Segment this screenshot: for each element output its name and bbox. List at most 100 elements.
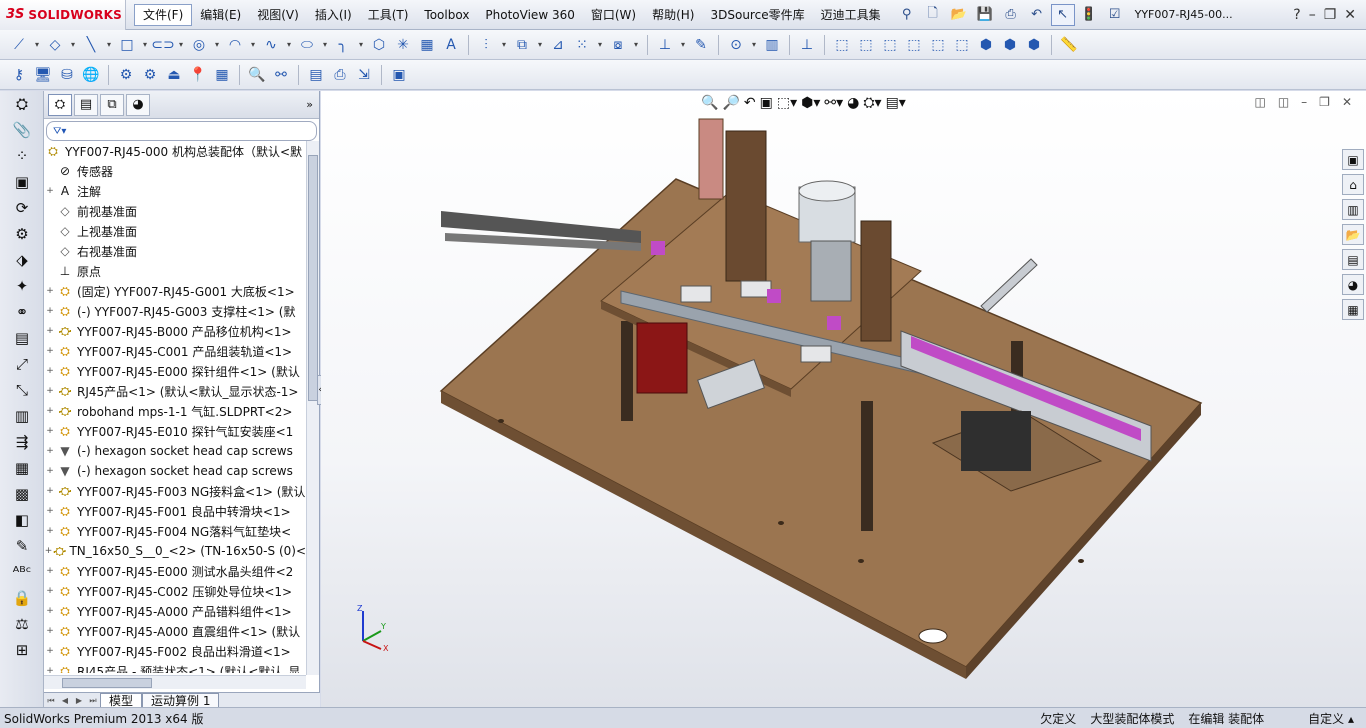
- minimize-icon[interactable]: –: [1309, 7, 1316, 23]
- large-assembly-icon[interactable]: ◧: [0, 507, 44, 533]
- close-icon[interactable]: ✕: [1344, 7, 1356, 23]
- hide-show-icon[interactable]: ⚙: [0, 221, 44, 247]
- offset-icon[interactable]: ⧉: [511, 34, 533, 56]
- gear-icon[interactable]: ⚙: [139, 64, 161, 86]
- explode-line-icon[interactable]: ⤡: [0, 377, 44, 403]
- chevron-down-icon[interactable]: ▾: [320, 34, 330, 56]
- insert-component-icon[interactable]: ⛭: [0, 91, 44, 117]
- instant3d-icon[interactable]: ▩: [0, 481, 44, 507]
- cube-view-icon[interactable]: ⬚: [855, 34, 877, 56]
- appearances-icon[interactable]: ◕: [1342, 274, 1364, 295]
- tab-model[interactable]: 模型: [100, 693, 143, 708]
- chevron-down-icon[interactable]: ▾: [68, 34, 78, 56]
- expand-icon[interactable]: +: [44, 366, 56, 376]
- settings-icon[interactable]: ⚙: [115, 64, 137, 86]
- cube-view-icon[interactable]: ⬚: [903, 34, 925, 56]
- select-pointer-icon[interactable]: ↖: [1050, 3, 1075, 26]
- custom-properties-icon[interactable]: ▦: [1342, 299, 1364, 320]
- rectangle-icon[interactable]: □: [116, 34, 138, 56]
- prev-tab-icon[interactable]: ◀: [58, 694, 72, 708]
- cube-view-icon[interactable]: ⬚: [951, 34, 973, 56]
- tree-item[interactable]: + ⛮ TN_16x50_S__0_<2> (TN-16x50-S (0)<: [44, 541, 306, 561]
- cube-view-icon[interactable]: ⬚: [879, 34, 901, 56]
- tree-item[interactable]: + ▼ (-) hexagon socket head cap screws: [44, 441, 306, 461]
- spell-check-icon[interactable]: ᴬᴮᶜ: [0, 559, 44, 585]
- tree-item[interactable]: + ⛭ YYF007-RJ45-E000 探针组件<1> (默认: [44, 361, 306, 381]
- cube-view-icon[interactable]: ⬢: [999, 34, 1021, 56]
- arc-icon[interactable]: ◠: [224, 34, 246, 56]
- chevron-down-icon[interactable]: ▾: [284, 34, 294, 56]
- expand-icon[interactable]: +: [44, 406, 56, 416]
- open-folder-icon[interactable]: 📂: [947, 4, 971, 26]
- menu-edit[interactable]: 编辑(E): [192, 0, 249, 30]
- network-icon[interactable]: ⛁: [56, 64, 78, 86]
- home-icon[interactable]: ⌂: [1342, 174, 1364, 195]
- tree-item[interactable]: + ▼ (-) hexagon socket head cap screws: [44, 461, 306, 481]
- key-icon[interactable]: ⚷: [8, 64, 30, 86]
- tree-item[interactable]: + ⛭ YYF007-RJ45-A000 直震组件<1> (默认: [44, 621, 306, 641]
- tree-filter[interactable]: ⛛▾: [46, 121, 317, 141]
- new-motion-study-icon[interactable]: ⚭: [0, 299, 44, 325]
- assembly-features-icon[interactable]: ⬗: [0, 247, 44, 273]
- expand-icon[interactable]: +: [44, 346, 56, 356]
- solidworks-logo[interactable]: 3S SOLIDWORKS: [0, 0, 126, 30]
- bill-of-materials-icon[interactable]: ▤: [0, 325, 44, 351]
- graphics-area[interactable]: 🔍 🔎 ↶ ▣ ⬚▾ ⬢▾ ⚯▾ ◕ ⛭▾ ▤▾ ◫ ◫ – ❐ ✕ ▣ ⌂ ▥…: [321, 91, 1366, 707]
- expand-icon[interactable]: +: [44, 506, 56, 516]
- mate-icon[interactable]: 📎: [0, 117, 44, 143]
- expand-icon[interactable]: +: [44, 486, 56, 496]
- design-library-icon[interactable]: ▥: [1342, 199, 1364, 220]
- next-tab-icon[interactable]: ▶: [72, 694, 86, 708]
- convert-entities-icon[interactable]: ⊿: [547, 34, 569, 56]
- expand-icon[interactable]: +: [44, 306, 56, 316]
- linear-pattern-icon[interactable]: ⁘: [0, 143, 44, 169]
- chevron-down-icon[interactable]: ▾: [176, 34, 186, 56]
- tree-item[interactable]: ◇ 右视基准面: [44, 241, 306, 261]
- options-icon[interactable]: ☑: [1103, 4, 1127, 26]
- chevron-down-icon[interactable]: ▾: [499, 34, 509, 56]
- measure-icon[interactable]: ⊞: [0, 637, 44, 663]
- expand-icon[interactable]: +: [44, 186, 56, 196]
- tree-root[interactable]: ⛭ YYF007-RJ45-000 机构总装配体（默认<默: [44, 141, 306, 161]
- assembly-model[interactable]: [321, 91, 1366, 707]
- mirror-icon[interactable]: ⫶: [475, 34, 497, 56]
- monitor-icon[interactable]: 🖥: [32, 64, 54, 86]
- feature-tree-tab-icon[interactable]: ⛭: [48, 93, 72, 116]
- smart-dimension-icon[interactable]: ⟋: [8, 34, 30, 56]
- file-explorer-icon[interactable]: 📂: [1342, 224, 1364, 245]
- tree-vertical-scrollbar[interactable]: [306, 141, 319, 675]
- expand-icon[interactable]: +: [44, 586, 56, 596]
- measure-icon[interactable]: 📏: [1058, 34, 1080, 56]
- expand-icon[interactable]: +: [44, 606, 56, 616]
- expand-icon[interactable]: +: [44, 666, 56, 673]
- smart-fastener-icon[interactable]: ▣: [0, 169, 44, 195]
- menu-file[interactable]: 文件(F): [134, 3, 193, 26]
- repair-sketch-icon[interactable]: ✎: [690, 34, 712, 56]
- pin-icon[interactable]: ⚲: [895, 4, 919, 26]
- expand-icon[interactable]: +: [44, 386, 56, 396]
- chevron-down-icon[interactable]: ▾: [104, 34, 114, 56]
- line-icon[interactable]: ╲: [80, 34, 102, 56]
- new-document-icon[interactable]: 🗋: [921, 4, 945, 26]
- point-icon[interactable]: ✳: [392, 34, 414, 56]
- tree-item[interactable]: ⊥ 原点: [44, 261, 306, 281]
- cube-view-icon[interactable]: ⬢: [1023, 34, 1045, 56]
- tree-item[interactable]: ⊘ 传感器: [44, 161, 306, 181]
- lock-icon[interactable]: 🔒: [0, 585, 44, 611]
- save-icon[interactable]: 💾: [973, 4, 997, 26]
- expand-icon[interactable]: +: [44, 466, 56, 476]
- chevron-down-icon[interactable]: ▾: [535, 34, 545, 56]
- display-manager-tab-icon[interactable]: ◕: [126, 93, 150, 116]
- menu-3dsource[interactable]: 3DSource零件库: [702, 0, 812, 30]
- tree-item[interactable]: + ⛭ RJ45产品 - 预装状态<1> (默认<默认_显: [44, 661, 306, 674]
- expand-icon[interactable]: +: [44, 626, 56, 636]
- chevron-down-icon[interactable]: ▾: [356, 34, 366, 56]
- print-icon[interactable]: ⎙: [999, 4, 1023, 26]
- undo-icon[interactable]: ↶: [1025, 4, 1049, 26]
- scale-icon[interactable]: ⚖: [0, 611, 44, 637]
- quick-snaps-icon[interactable]: ⊙: [725, 34, 747, 56]
- linear-pattern-icon[interactable]: ⁙: [571, 34, 593, 56]
- menu-view[interactable]: 视图(V): [249, 0, 307, 30]
- tree-item[interactable]: + ⛭ (固定) YYF007-RJ45-G001 大底板<1>: [44, 281, 306, 301]
- expand-icon[interactable]: +: [44, 646, 56, 656]
